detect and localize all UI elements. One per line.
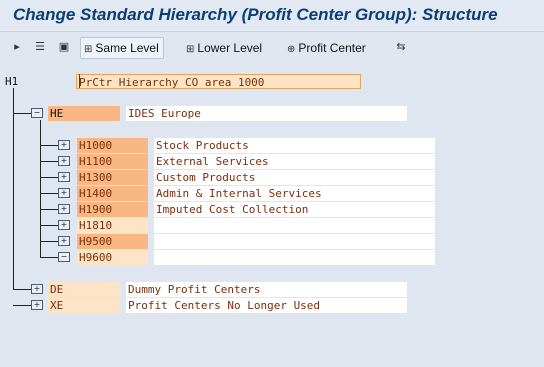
child-description[interactable]: Custom Products <box>154 170 435 185</box>
he-description[interactable]: IDES Europe <box>126 106 407 121</box>
child-description[interactable]: Imputed Cost Collection <box>154 202 435 217</box>
profit-center-button[interactable]: ⊕ Profit Center <box>283 37 371 59</box>
child-code[interactable]: H1900 <box>77 202 148 217</box>
same-level-button[interactable]: ⊞ Same Level <box>80 37 164 59</box>
root-description-input[interactable]: PrCtr Hierarchy CO area 1000 <box>76 74 361 89</box>
hierarchy-icon: ⊞ <box>186 44 195 55</box>
expand-node-icon[interactable]: + <box>31 300 43 310</box>
hierarchy-icon: ⊞ <box>84 44 93 55</box>
expand-node-icon[interactable]: + <box>58 236 70 246</box>
he-code[interactable]: HE <box>48 106 120 121</box>
child-description[interactable] <box>154 234 435 249</box>
text-cursor <box>79 74 80 88</box>
de-description[interactable]: Dummy Profit Centers <box>126 282 407 297</box>
collapse-node-icon[interactable]: − <box>58 252 70 262</box>
child-description[interactable]: External Services <box>154 154 435 169</box>
expand-icon[interactable]: ⇆ <box>393 39 409 55</box>
child-code[interactable]: H1100 <box>77 154 148 169</box>
tree-line <box>40 241 58 242</box>
tree-line <box>40 161 58 162</box>
expand-node-icon[interactable]: + <box>58 156 70 166</box>
tree-line <box>40 225 58 226</box>
page-title: Change Standard Hierarchy (Profit Center… <box>13 5 498 24</box>
title-bar: Change Standard Hierarchy (Profit Center… <box>0 0 544 32</box>
tree-line <box>40 193 58 194</box>
expand-node-icon[interactable]: + <box>58 140 70 150</box>
tree-line <box>40 209 58 210</box>
de-code[interactable]: DE <box>48 282 120 297</box>
insert-icon[interactable]: ▸ <box>9 39 25 55</box>
tree-line <box>13 113 31 114</box>
root-code[interactable]: H1 <box>3 74 33 89</box>
child-code[interactable]: H1300 <box>77 170 148 185</box>
tree-line <box>40 257 58 258</box>
tree-line <box>13 289 31 290</box>
expand-node-icon[interactable]: + <box>31 284 43 294</box>
delete-icon[interactable]: ☰ <box>32 39 48 55</box>
expand-node-icon[interactable]: + <box>58 188 70 198</box>
child-code[interactable]: H1000 <box>77 138 148 153</box>
child-description[interactable] <box>154 250 435 265</box>
child-code[interactable]: H1810 <box>77 218 148 233</box>
profit-center-icon: ⊕ <box>287 44 296 55</box>
xe-code[interactable]: XE <box>48 298 120 313</box>
child-code[interactable]: H1400 <box>77 186 148 201</box>
child-code[interactable]: H9600 <box>77 250 148 265</box>
tree-line <box>13 305 31 306</box>
child-description[interactable]: Admin & Internal Services <box>154 186 435 201</box>
tree-line <box>40 120 41 258</box>
lower-level-button[interactable]: ⊞ Lower Level <box>182 37 267 59</box>
expand-node-icon[interactable]: + <box>58 204 70 214</box>
collapse-node-icon[interactable]: − <box>31 108 43 118</box>
tree-line <box>40 145 58 146</box>
tree-line <box>13 88 14 290</box>
expand-node-icon[interactable]: + <box>58 172 70 182</box>
child-code[interactable]: H9500 <box>77 234 148 249</box>
xe-description[interactable]: Profit Centers No Longer Used <box>126 298 407 313</box>
tree-line <box>40 177 58 178</box>
child-description[interactable]: Stock Products <box>154 138 435 153</box>
expand-node-icon[interactable]: + <box>58 220 70 230</box>
application-toolbar: ▸ ☰ ▣ ⊞ Same Level ⊞ Lower Level ⊕ Profit C… <box>0 34 544 62</box>
child-description[interactable] <box>154 218 435 233</box>
select-icon[interactable]: ▣ <box>56 39 72 55</box>
